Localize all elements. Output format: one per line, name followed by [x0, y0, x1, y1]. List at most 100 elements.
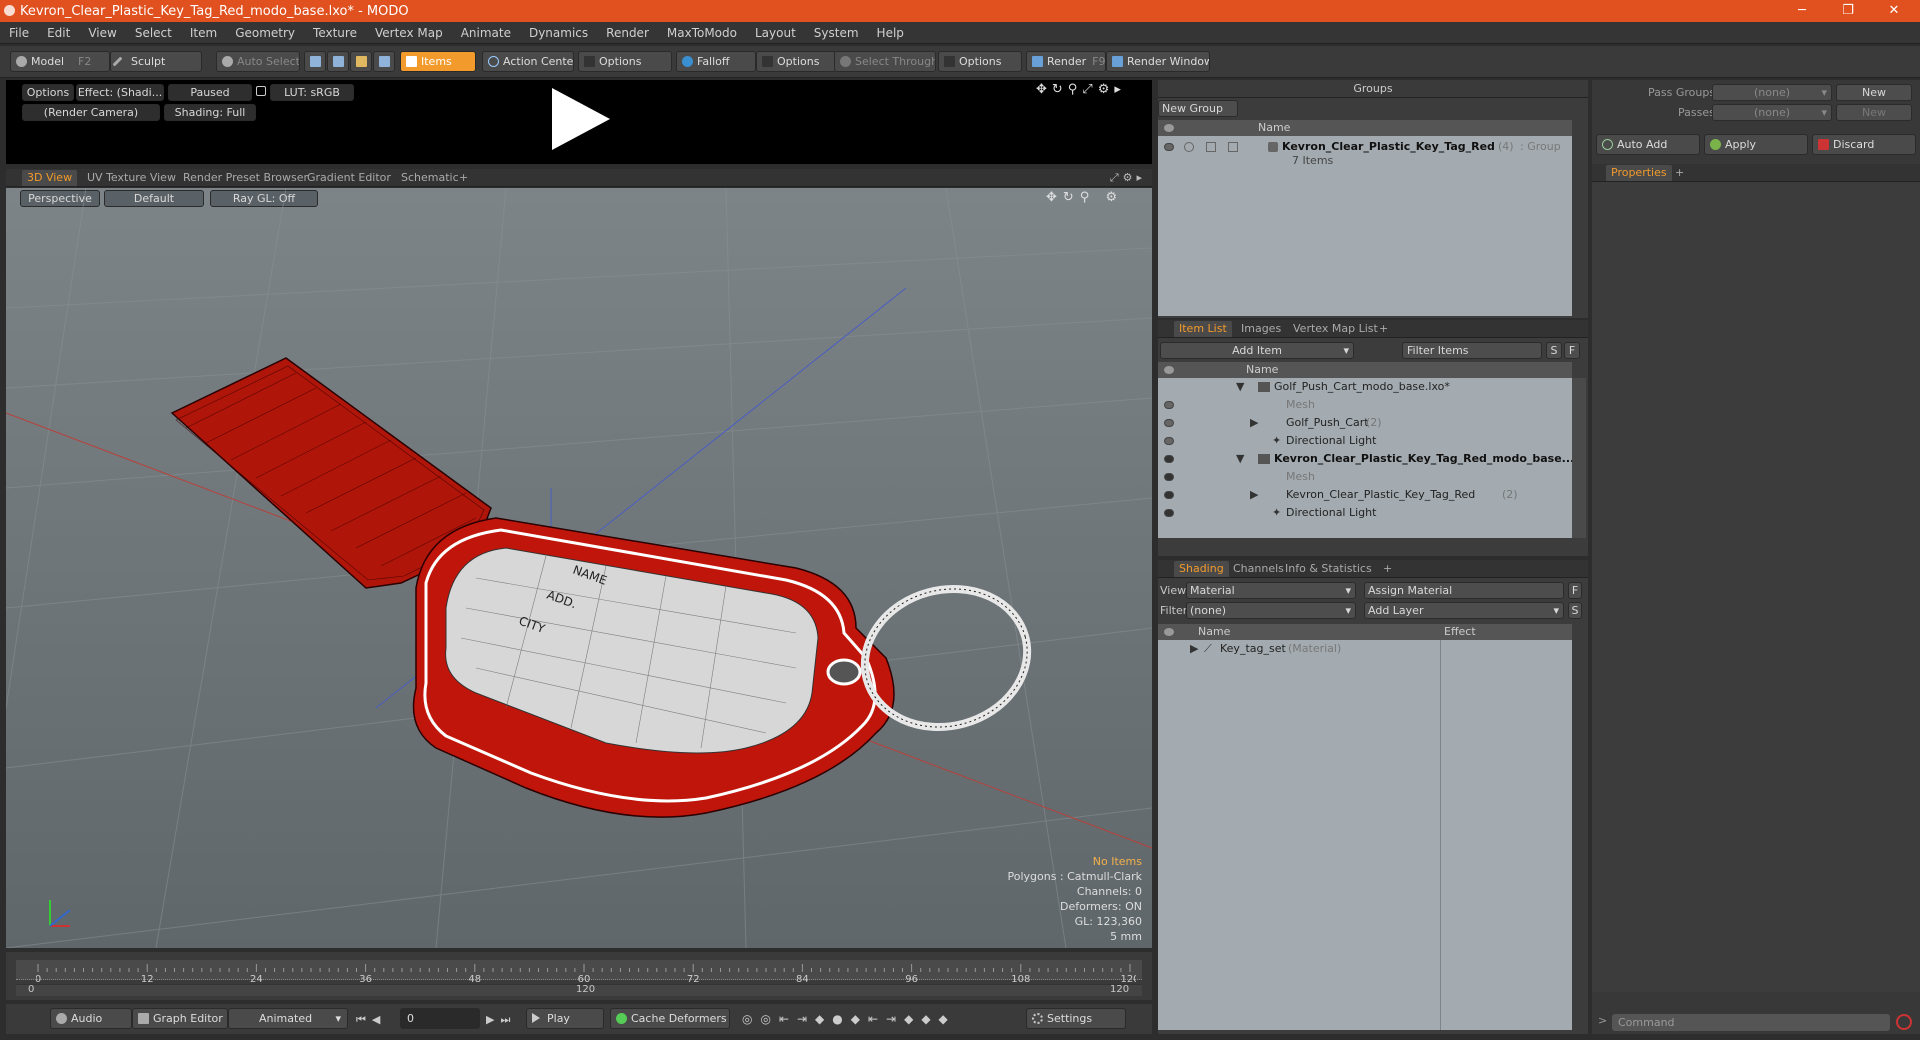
transport-fwd-icons[interactable]: ▶⏭: [486, 1013, 516, 1027]
close-button[interactable]: ✕: [1872, 0, 1916, 22]
select-edges-button[interactable]: [327, 51, 349, 72]
lock-toggle-icon[interactable]: [1206, 142, 1216, 152]
expand-arrow-icon[interactable]: ▼: [1236, 450, 1244, 468]
cache-deformers-button[interactable]: Cache Deformers: [610, 1008, 730, 1029]
timeline[interactable]: 01224364860728496108120 0 120 120: [6, 952, 1152, 1000]
add-layer-dropdown[interactable]: Add Layer ▾: [1364, 602, 1564, 619]
menu-geometry[interactable]: Geometry: [226, 26, 304, 40]
pass-groups-dropdown[interactable]: (none) ▾: [1712, 84, 1832, 101]
menu-animate[interactable]: Animate: [452, 26, 520, 40]
action-center-options-button[interactable]: Options: [578, 51, 672, 72]
item-row-light[interactable]: ✦ Directional Light: [1158, 504, 1572, 522]
select-through-button[interactable]: Select Through: [834, 51, 936, 72]
render-button[interactable]: Render F9: [1026, 51, 1106, 72]
item-list-tree[interactable]: ▼ Golf_Push_Cart_modo_base.lxo* Mesh ▶ Gol…: [1158, 378, 1578, 538]
item-row-mesh[interactable]: Mesh: [1158, 468, 1572, 486]
tab-images[interactable]: Images: [1236, 321, 1286, 337]
assign-f-button[interactable]: F: [1568, 582, 1582, 599]
falloff-button[interactable]: Falloff: [676, 51, 756, 72]
item-row-mesh[interactable]: Mesh: [1158, 396, 1572, 414]
menu-view[interactable]: View: [79, 26, 125, 40]
maximize-button[interactable]: ❐: [1826, 0, 1870, 22]
select-polygons-button[interactable]: [350, 51, 372, 72]
expand-arrow-icon[interactable]: ▶: [1190, 640, 1198, 658]
add-tab-button[interactable]: +: [1670, 165, 1689, 181]
play-icon[interactable]: [546, 84, 616, 154]
filter-dropdown[interactable]: (none) ▾: [1186, 602, 1356, 619]
filter-s-button[interactable]: S: [1546, 342, 1562, 359]
group-row[interactable]: Kevron_Clear_Plastic_Key_Tag_Red (4) : G…: [1158, 138, 1572, 170]
view-dropdown[interactable]: Material ▾: [1186, 582, 1356, 599]
preview-effect-dropdown[interactable]: Effect: (Shadi...: [76, 84, 164, 101]
menu-vertex-map[interactable]: Vertex Map: [366, 26, 452, 40]
viewport-3d[interactable]: Perspective Default Ray GL: Off ✥↻⚲ ⚙ NA…: [6, 188, 1152, 948]
eye-icon[interactable]: [1164, 509, 1174, 517]
falloff-options-button[interactable]: Options: [756, 51, 836, 72]
model-mode-button[interactable]: Model F2: [10, 51, 110, 72]
settings-button[interactable]: Settings: [1026, 1008, 1126, 1029]
add-tab-button[interactable]: +: [454, 170, 473, 186]
command-input[interactable]: Command: [1612, 1014, 1890, 1031]
select-materials-button[interactable]: [373, 51, 395, 72]
graph-editor-button[interactable]: Graph Editor: [132, 1008, 228, 1029]
eye-icon[interactable]: [1164, 419, 1174, 427]
tab-info-statistics[interactable]: Info & Statistics: [1280, 561, 1377, 577]
filter-items-input[interactable]: Filter Items: [1402, 342, 1542, 359]
play-button[interactable]: Play: [526, 1008, 604, 1029]
preview-paused-button[interactable]: Paused: [168, 84, 252, 101]
preview-shading-dropdown[interactable]: Shading: Full: [164, 104, 256, 121]
menu-file[interactable]: File: [0, 26, 38, 40]
groups-list[interactable]: Kevron_Clear_Plastic_Key_Tag_Red (4) : G…: [1158, 136, 1572, 316]
preview-lut-dropdown[interactable]: LUT: sRGB: [270, 84, 354, 101]
menu-system[interactable]: System: [805, 26, 868, 40]
tab-gradient-editor[interactable]: Gradient Editor: [302, 170, 396, 186]
eye-icon[interactable]: [1164, 437, 1174, 445]
item-row-scene-active[interactable]: ▼ Kevron_Clear_Plastic_Key_Tag_Red_modo_b…: [1158, 450, 1578, 468]
select-through-options-button[interactable]: Options: [938, 51, 1022, 72]
material-row[interactable]: ▶ ⟋ Key_tag_set (Material): [1158, 640, 1572, 658]
tab-3d-view[interactable]: 3D View: [22, 170, 78, 186]
shader-tree[interactable]: ▶ ⟋ Key_tag_set (Material): [1158, 640, 1572, 1030]
menu-edit[interactable]: Edit: [38, 26, 79, 40]
item-row-scene[interactable]: ▼ Golf_Push_Cart_modo_base.lxo*: [1158, 378, 1572, 396]
animated-dropdown[interactable]: Animated ▾: [228, 1008, 348, 1029]
render-window-button[interactable]: Render Window: [1106, 51, 1210, 72]
tab-render-preset-browser[interactable]: Render Preset Browser: [178, 170, 313, 186]
auto-add-button[interactable]: Auto Add: [1596, 134, 1700, 155]
menu-dynamics[interactable]: Dynamics: [520, 26, 597, 40]
eye-icon[interactable]: [1164, 401, 1174, 409]
minimize-button[interactable]: ─: [1780, 0, 1824, 22]
viewport-options-icons[interactable]: ⤢⚙▸: [1110, 171, 1146, 185]
add-layer-s-button[interactable]: S: [1568, 602, 1582, 619]
item-row-mesh-group[interactable]: ▶ Kevron_Clear_Plastic_Key_Tag_Red (2): [1158, 486, 1572, 504]
tab-shading[interactable]: Shading: [1174, 561, 1229, 577]
menu-maxtomodo[interactable]: MaxToModo: [658, 26, 746, 40]
action-center-button[interactable]: Action Center: [482, 51, 574, 72]
menu-item[interactable]: Item: [181, 26, 226, 40]
frame-input[interactable]: 0: [400, 1008, 480, 1029]
discard-button[interactable]: Discard: [1812, 134, 1916, 155]
key-tool-icons[interactable]: ◎◎⇤⇥◆●◆⇤⇥◆◆◆: [742, 1012, 956, 1026]
select-vertices-button[interactable]: [304, 51, 326, 72]
expand-arrow-icon[interactable]: ▼: [1236, 378, 1244, 396]
auto-select-button[interactable]: Auto Select: [216, 51, 300, 72]
expand-arrow-icon[interactable]: ▶: [1250, 414, 1258, 432]
apply-button[interactable]: Apply: [1704, 134, 1808, 155]
new-group-button[interactable]: New Group: [1158, 100, 1238, 117]
filter-f-button[interactable]: F: [1564, 342, 1580, 359]
menu-select[interactable]: Select: [126, 26, 181, 40]
transport-back-icons[interactable]: ⏮◀: [356, 1013, 386, 1027]
preview-nav-icons[interactable]: ✥↻⚲⤢⚙▸: [1036, 82, 1126, 97]
select-toggle-icon[interactable]: [1228, 142, 1238, 152]
sculpt-mode-button[interactable]: Sculpt: [110, 51, 202, 72]
eye-icon[interactable]: [1164, 491, 1174, 499]
menu-render[interactable]: Render: [597, 26, 658, 40]
preview-camera-dropdown[interactable]: (Render Camera): [22, 104, 160, 121]
new-pass-button[interactable]: New: [1836, 104, 1912, 121]
eye-icon[interactable]: [1164, 455, 1174, 463]
assign-material-button[interactable]: Assign Material: [1364, 582, 1564, 599]
tab-vertex-map-list[interactable]: Vertex Map List: [1288, 321, 1383, 337]
expand-arrow-icon[interactable]: ▶: [1250, 486, 1258, 504]
lock-icon[interactable]: [256, 86, 266, 96]
audio-button[interactable]: Audio: [50, 1008, 132, 1029]
